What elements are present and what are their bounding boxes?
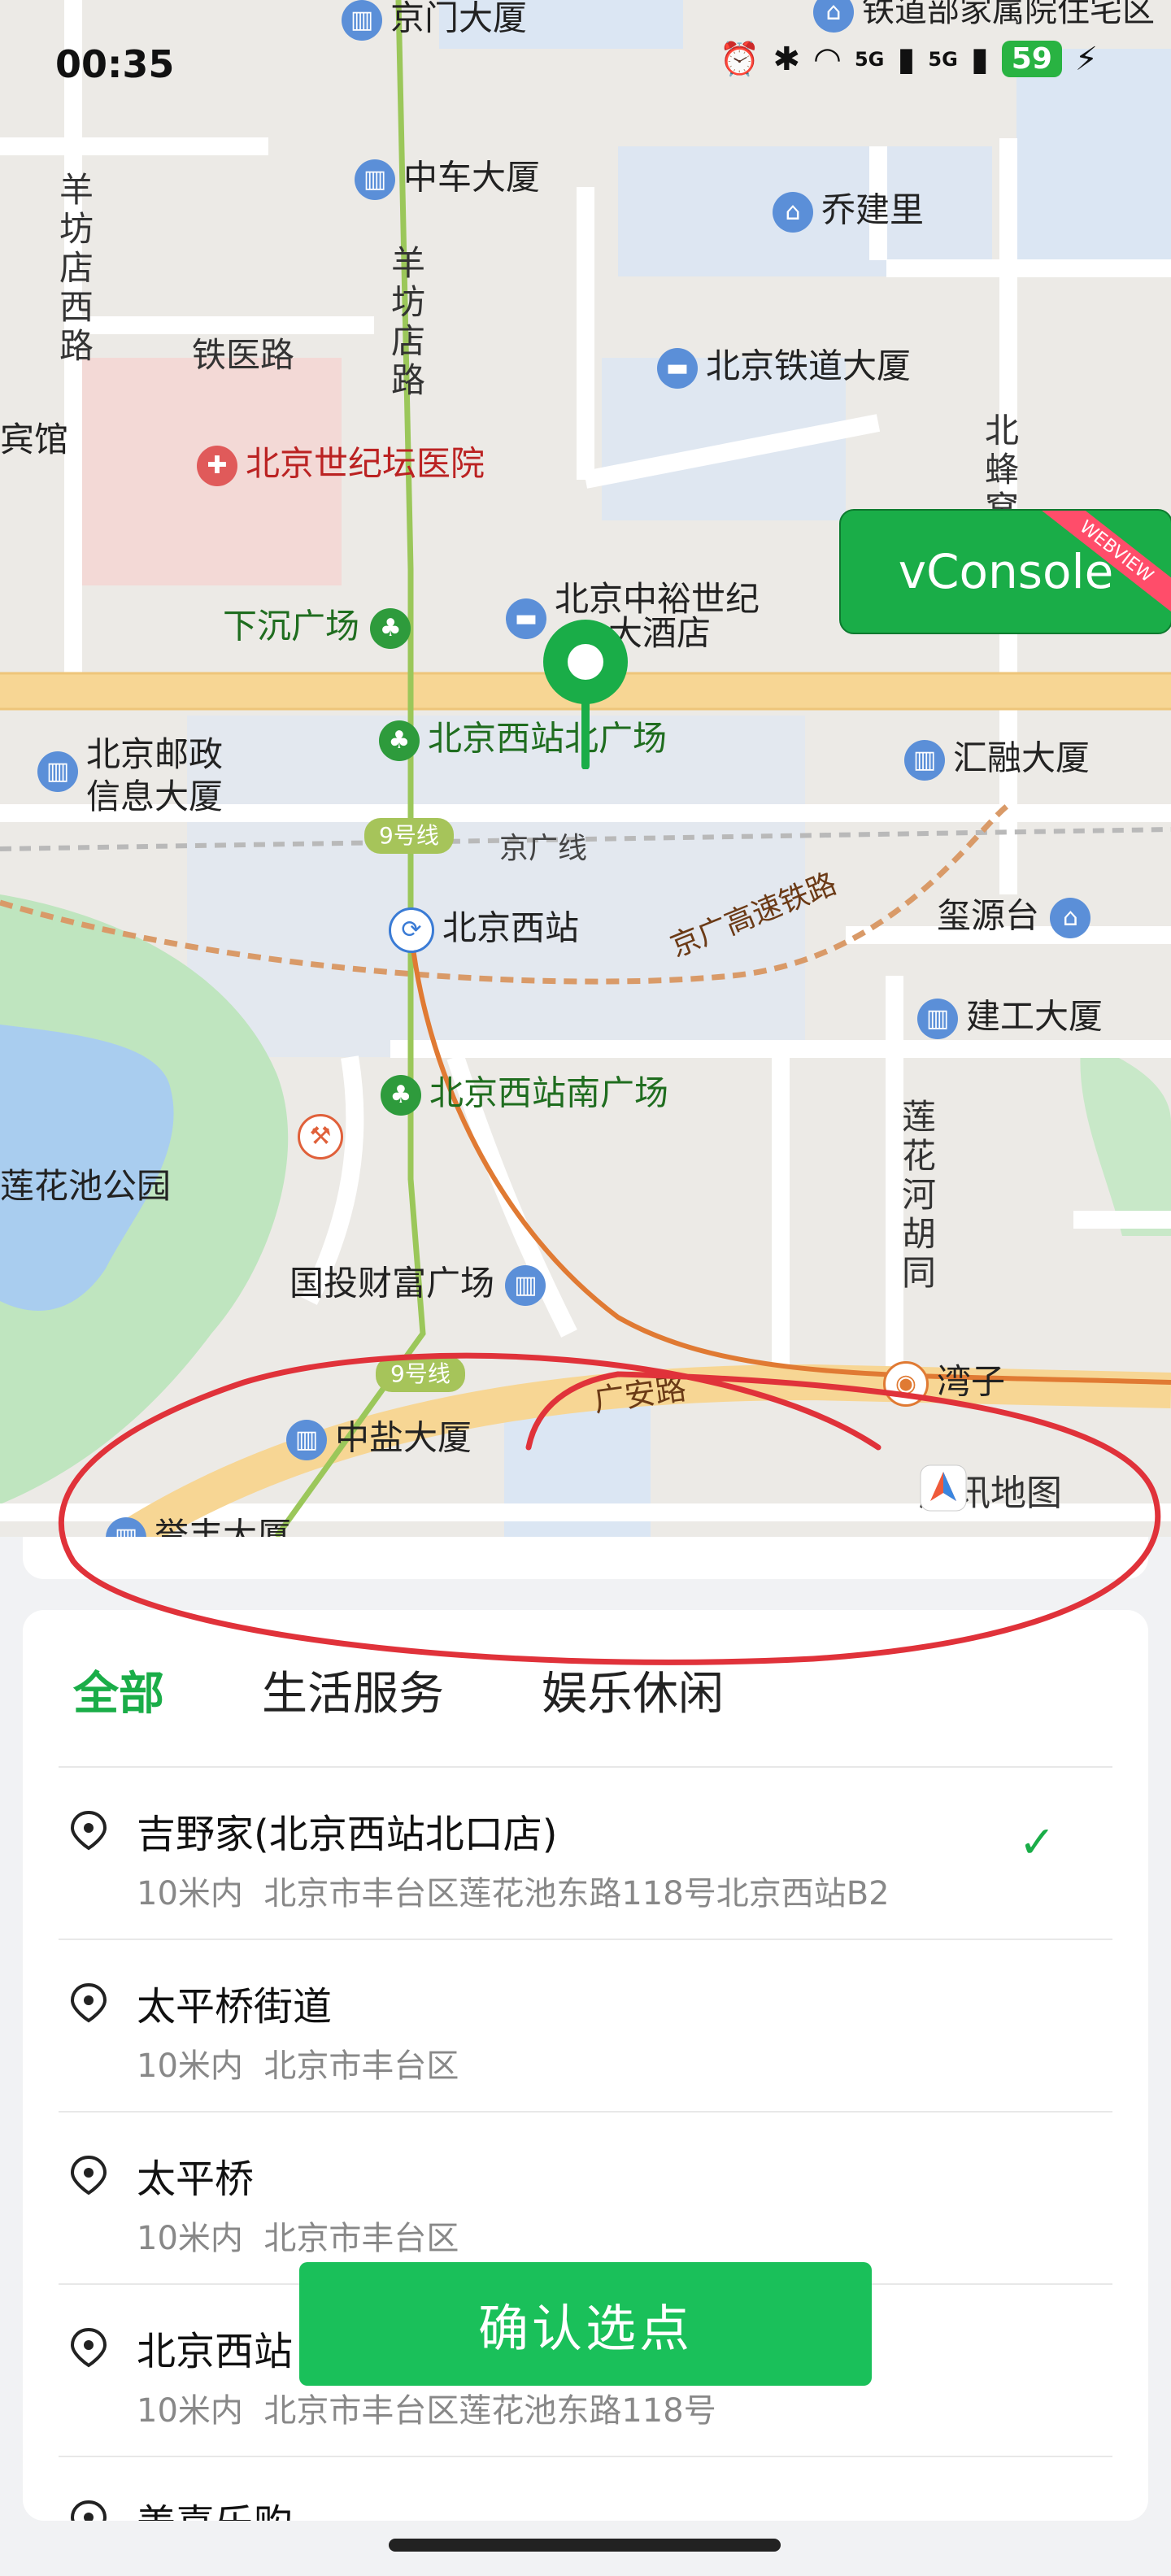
poi-name: 太平桥街道 <box>137 1984 333 2030</box>
home-indicator <box>389 2539 781 2552</box>
tab-all[interactable]: 全部 <box>73 1657 164 1723</box>
confirm-location-button[interactable]: 确认选点 <box>299 2262 872 2386</box>
alarm-icon: ⏰ <box>719 40 760 78</box>
construction-icon: ⚒ <box>298 1114 351 1160</box>
location-marker-icon <box>70 2155 107 2195</box>
poi-lianhuachi[interactable]: 莲花池公园 <box>0 1169 171 1203</box>
charging-icon: ⚡ <box>1074 40 1098 78</box>
location-marker-icon <box>70 2500 107 2521</box>
poi-xizhan[interactable]: ⟳ 北京西站 <box>389 907 579 953</box>
building-icon: ▥ <box>505 1265 546 1306</box>
list-item[interactable]: 姜喜乐购 <box>59 2456 1112 2521</box>
building-icon: ▥ <box>286 1420 327 1460</box>
house-icon: ⌂ <box>773 192 813 233</box>
building-icon: ▥ <box>355 159 395 200</box>
poi-distance: 10米内 <box>137 2220 243 2257</box>
poi-name: 太平桥 <box>137 2156 255 2202</box>
tab-life-service[interactable]: 生活服务 <box>262 1657 444 1723</box>
poi-xiachen[interactable]: 下沉广场 ♣ <box>223 608 419 649</box>
poi-name: 吉野家(北京西站北口店) <box>137 1812 558 1857</box>
road-lianhuahe: 莲花河胡同 <box>901 1097 936 1293</box>
poi-tiedao[interactable]: ▬ 北京铁道大厦 <box>657 348 911 389</box>
building-icon: ▥ <box>917 999 958 1039</box>
station-icon: ⟳ <box>389 907 434 953</box>
cell-signal-icon: ▮ <box>970 40 989 78</box>
poi-zhongyan[interactable]: ▥ 中盐大厦 <box>286 1420 472 1460</box>
tab-entertainment[interactable]: 娱乐休闲 <box>542 1657 724 1723</box>
hotel-icon: ▬ <box>657 348 698 389</box>
poi-distance: 10米内 <box>137 2392 243 2430</box>
poi-name: 姜喜乐购 <box>137 2491 293 2521</box>
map-view[interactable]: ▥ 京门大厦 ▥ 中车大厦 ⌂ 乔建里 羊坊店西路 铁医路 羊坊店路 ▬ 北京铁道大厦 … <box>0 0 1171 1537</box>
house-icon: ⌂ <box>1050 898 1091 938</box>
tencent-map-icon <box>920 1464 967 1512</box>
poi-list: 吉野家(北京西站北口店) 10米内 北京市丰台区莲花池东路118号北京西站B2 … <box>59 1766 1112 2521</box>
metro-line-9-badge: 9号线 <box>376 1356 465 1392</box>
poi-address: 北京市丰台区莲花池东路118号北京西站B2 <box>263 1875 890 1912</box>
battery-indicator: 59 <box>1001 41 1062 77</box>
poi-huirong[interactable]: ▥ 汇融大厦 <box>904 740 1090 781</box>
building-icon: ▥ <box>106 1517 146 1537</box>
location-marker-icon <box>70 1810 107 1851</box>
building-icon: ▥ <box>37 751 78 792</box>
location-marker-icon <box>70 1982 107 2023</box>
location-marker-icon <box>70 2327 107 2368</box>
signal-5g-label: 5G <box>854 47 885 71</box>
road-yangfangdian: 羊坊店路 <box>390 243 425 400</box>
tencent-map-logo: 腾讯地图 <box>919 1464 1062 1516</box>
list-item[interactable]: 太平桥街道 10米内 北京市丰台区 <box>59 1939 1112 2111</box>
poi-qiaojianli[interactable]: ⌂ 乔建里 <box>773 192 924 233</box>
building-icon: ▥ <box>904 740 945 781</box>
wifi-icon: ◠ <box>813 40 842 78</box>
poi-wanzi[interactable]: ◉ 湾子 <box>883 1361 1005 1407</box>
poi-nanguangchang[interactable]: ♣ 北京西站南广场 <box>381 1075 668 1116</box>
check-icon: ✓ <box>1018 1817 1056 1868</box>
vconsole-button[interactable]: vConsole WEBVIEW <box>839 509 1171 634</box>
tree-icon: ♣ <box>379 720 420 761</box>
status-time: 00:35 <box>55 42 175 86</box>
tree-icon: ♣ <box>381 1075 421 1116</box>
poi-shijitan[interactable]: ✚ 北京世纪坛医院 <box>197 446 485 486</box>
tree-icon: ♣ <box>370 608 411 649</box>
poi-address: 北京市丰台区 <box>263 2047 459 2085</box>
poi-address: 北京市丰台区莲花池东路118号 <box>263 2392 716 2430</box>
poi-hotel-left[interactable]: 宾馆 <box>0 423 68 457</box>
poi-youzheng[interactable]: ▥ 北京邮政 信息大厦 <box>37 733 223 818</box>
poi-address: 北京市丰台区 <box>263 2220 459 2257</box>
location-pin-icon[interactable] <box>537 615 634 769</box>
category-tabs: 全部 生活服务 娱乐休闲 <box>73 1657 724 1723</box>
list-item[interactable]: 太平桥 10米内 北京市丰台区 <box>59 2111 1112 2283</box>
road-tieyi: 铁医路 <box>192 335 295 375</box>
metro-line-9-badge: 9号线 <box>364 818 454 854</box>
poi-guotou[interactable]: 国投财富广场 ▥ <box>289 1265 554 1306</box>
poi-bottom-partial[interactable]: ▥誉丰大厦 <box>106 1517 291 1537</box>
bluetooth-icon: ✱ <box>773 40 801 78</box>
cell-signal-icon: ▮ <box>897 40 916 78</box>
status-bar: 00:35 ⏰ ✱ ◠ 5G ▮ 5G ▮ 59 ⚡ <box>0 0 1171 122</box>
poi-name: 北京西站 <box>137 2329 294 2374</box>
poi-distance: 10米内 <box>137 2047 243 2085</box>
hospital-icon: ✚ <box>197 446 237 486</box>
list-item[interactable]: 吉野家(北京西站北口店) 10米内 北京市丰台区莲花池东路118号北京西站B2 … <box>59 1766 1112 1939</box>
road-yangfang-xilu: 羊坊店西路 <box>59 170 94 366</box>
rail-jingguang: 京广线 <box>499 832 588 865</box>
poi-zhongche[interactable]: ▥ 中车大厦 <box>355 159 540 200</box>
poi-distance: 10米内 <box>137 1875 243 1912</box>
metro-station-icon: ◉ <box>883 1361 929 1407</box>
poi-jiangong[interactable]: ▥ 建工大厦 <box>917 999 1103 1039</box>
poi-xiyuan[interactable]: 玺源台 ⌂ <box>937 898 1099 938</box>
map-card-bottom <box>23 1537 1148 1579</box>
signal-5g-label: 5G <box>928 47 958 71</box>
